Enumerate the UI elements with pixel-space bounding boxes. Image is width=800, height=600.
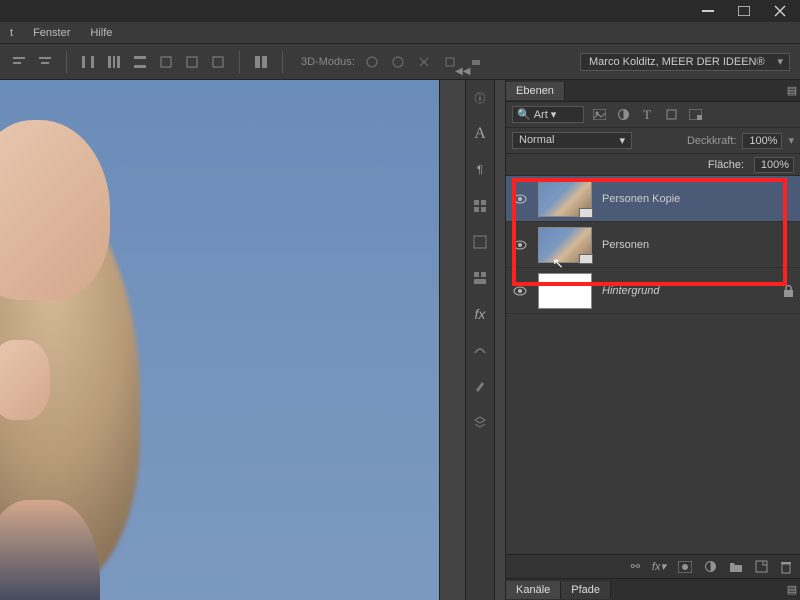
filter-adjust-icon[interactable] <box>614 106 632 124</box>
properties-icon[interactable] <box>470 232 490 252</box>
new-layer-icon[interactable] <box>755 560 768 573</box>
layers-tab[interactable]: Ebenen <box>506 82 565 100</box>
distribute-icon[interactable] <box>105 53 123 71</box>
link-icon[interactable]: ⚯ <box>631 560 640 573</box>
info-icon[interactable]: ⓘ <box>470 88 490 108</box>
menu-item-hilfe[interactable]: Hilfe <box>90 27 112 39</box>
type-icon[interactable]: A <box>470 124 490 144</box>
paragraph-icon[interactable]: ¶ <box>470 160 490 180</box>
mask-icon[interactable] <box>678 561 692 573</box>
close-button[interactable] <box>768 4 792 18</box>
opacity-label: Deckkraft: <box>687 135 737 147</box>
menu-item[interactable]: t <box>10 27 13 39</box>
menu-item-fenster[interactable]: Fenster <box>33 27 70 39</box>
menu-bar: t Fenster Hilfe <box>0 22 800 44</box>
3d-icon[interactable] <box>363 53 381 71</box>
window-icon[interactable] <box>470 268 490 288</box>
lock-icon[interactable] <box>783 284 794 297</box>
filter-smart-icon[interactable] <box>686 106 704 124</box>
fx-icon[interactable]: fx▾ <box>652 560 666 573</box>
swatches-icon[interactable] <box>470 196 490 216</box>
fill-input[interactable]: 100% <box>754 157 794 173</box>
layer-row[interactable]: Personen <box>506 222 800 268</box>
panel-menu-icon[interactable]: ▤ <box>784 84 800 97</box>
distribute-icon[interactable] <box>131 53 149 71</box>
visibility-icon[interactable] <box>512 237 528 253</box>
layers-icon[interactable] <box>470 412 490 432</box>
group-icon[interactable] <box>729 561 743 572</box>
adjust-icon[interactable] <box>470 340 490 360</box>
maximize-button[interactable] <box>732 4 756 18</box>
channels-tab[interactable]: Kanäle <box>506 581 561 599</box>
brush-icon[interactable] <box>470 376 490 396</box>
filter-type-icon[interactable]: T <box>638 106 656 124</box>
distribute-icon[interactable] <box>157 53 175 71</box>
opacity-input[interactable]: 100% <box>742 133 782 149</box>
collapsed-panels: ⓘ A ¶ fx <box>465 80 495 600</box>
trash-icon[interactable] <box>780 560 792 574</box>
layer-thumbnail[interactable] <box>538 227 592 263</box>
filter-image-icon[interactable] <box>590 106 608 124</box>
auto-align-icon[interactable] <box>252 53 270 71</box>
panel-menu-icon[interactable]: ▤ <box>784 583 800 596</box>
paths-tab[interactable]: Pfade <box>561 581 611 599</box>
user-dropdown[interactable]: Marco Kolditz, MEER DER IDEEN® <box>580 53 790 71</box>
visibility-icon[interactable] <box>512 283 528 299</box>
distribute-icon[interactable] <box>183 53 201 71</box>
layer-row[interactable]: Hintergrund <box>506 268 800 314</box>
canvas[interactable] <box>0 80 440 600</box>
distribute-icon[interactable] <box>209 53 227 71</box>
adjustment-icon[interactable] <box>704 560 717 573</box>
distribute-icon[interactable] <box>79 53 97 71</box>
layer-name[interactable]: Hintergrund <box>602 285 659 297</box>
align-icon[interactable] <box>10 53 28 71</box>
fill-label: Fläche: <box>708 159 744 171</box>
layer-thumbnail[interactable] <box>538 273 592 309</box>
layer-name[interactable]: Personen Kopie <box>602 193 680 205</box>
layer-filter-search[interactable]: 🔍 Art ▾ <box>512 106 584 123</box>
layers-list: Personen Kopie Personen Hintergrund <box>506 176 800 554</box>
filter-shape-icon[interactable] <box>662 106 680 124</box>
user-label: Marco Kolditz, MEER DER IDEEN® <box>589 56 765 68</box>
mode-label: 3D-Modus: <box>301 56 355 68</box>
3d-icon[interactable] <box>415 53 433 71</box>
layer-thumbnail[interactable] <box>538 181 592 217</box>
align-icon[interactable] <box>36 53 54 71</box>
3d-icon[interactable] <box>389 53 407 71</box>
collapse-icon[interactable]: ◀◀ <box>455 66 470 77</box>
layer-row[interactable]: Personen Kopie <box>506 176 800 222</box>
blend-mode-select[interactable]: Normal▾ <box>512 132 632 149</box>
minimize-button[interactable] <box>696 4 720 18</box>
options-bar: 3D-Modus: Marco Kolditz, MEER DER IDEEN® <box>0 44 800 80</box>
layer-name[interactable]: Personen <box>602 239 649 251</box>
layers-footer: ⚯ fx▾ <box>506 554 800 578</box>
styles-icon[interactable]: fx <box>470 304 490 324</box>
visibility-icon[interactable] <box>512 191 528 207</box>
